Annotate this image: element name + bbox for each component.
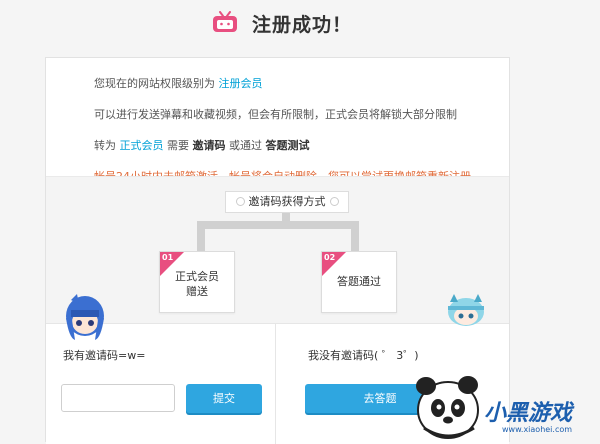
upgrade-prefix: 转为	[94, 139, 116, 152]
method-card-member-gift: 01 正式会员 赠送	[159, 251, 235, 313]
mascot-right-icon	[448, 294, 484, 326]
invite-code-input[interactable]	[61, 384, 175, 412]
method-number: 02	[324, 253, 336, 262]
invite-code-text: 邀请码	[192, 139, 226, 152]
level-prefix: 您现在的网站权限级别为	[94, 77, 215, 90]
submit-button[interactable]: 提交	[186, 384, 262, 413]
info-block: 您现在的网站权限级别为 注册会员 可以进行发送弹幕和收藏视频，但会有所限制，正式…	[94, 68, 504, 192]
method-label: 正式会员 赠送	[160, 269, 234, 299]
tree-branch	[197, 221, 359, 229]
method-label: 答题通过	[322, 274, 396, 289]
formal-member-link[interactable]: 正式会员	[120, 139, 164, 152]
method-label-line1: 正式会员	[175, 270, 219, 283]
upgrade-or-text: 或通过	[229, 139, 262, 152]
method-number: 01	[162, 253, 174, 262]
method-label-line2: 赠送	[186, 285, 208, 298]
tv-logo-icon	[213, 11, 237, 32]
upgrade-mid-text: 需要	[167, 139, 189, 152]
method-card-quiz: 02 答题通过	[321, 251, 397, 313]
level-value: 注册会员	[218, 77, 263, 90]
method-label-line1: 答题通过	[337, 275, 381, 288]
upgrade-row: 转为 正式会员 需要 邀请码 或通过 答题测试	[94, 130, 504, 161]
tree-left-stem	[197, 221, 205, 251]
watermark-url: www.xiaohei.com	[502, 425, 573, 434]
dot-icon	[329, 196, 339, 206]
limit-description: 可以进行发送弹幕和收藏视频，但会有所限制，正式会员将解锁大部分限制	[94, 108, 457, 121]
page-title: 注册成功！	[252, 14, 353, 36]
methods-title-text: 邀请码获得方式	[248, 195, 326, 208]
dot-icon	[235, 196, 245, 206]
no-invite-label: 我没有邀请码( ゜ 3゜)	[308, 349, 419, 362]
quiz-test-text: 答题测试	[265, 139, 310, 152]
level-row: 您现在的网站权限级别为 注册会员	[94, 68, 504, 99]
watermark-text: 小黑游戏	[484, 401, 573, 426]
has-invite-label: 我有邀请码=w=	[63, 349, 146, 362]
methods-title: 邀请码获得方式	[225, 191, 349, 213]
mascot-left-icon	[66, 294, 104, 340]
invite-methods-section: 邀请码获得方式 01 正式会员 赠送 02 答题通过	[46, 176, 509, 325]
tree-right-stem	[351, 221, 359, 251]
page-header: 注册成功！	[0, 0, 600, 48]
